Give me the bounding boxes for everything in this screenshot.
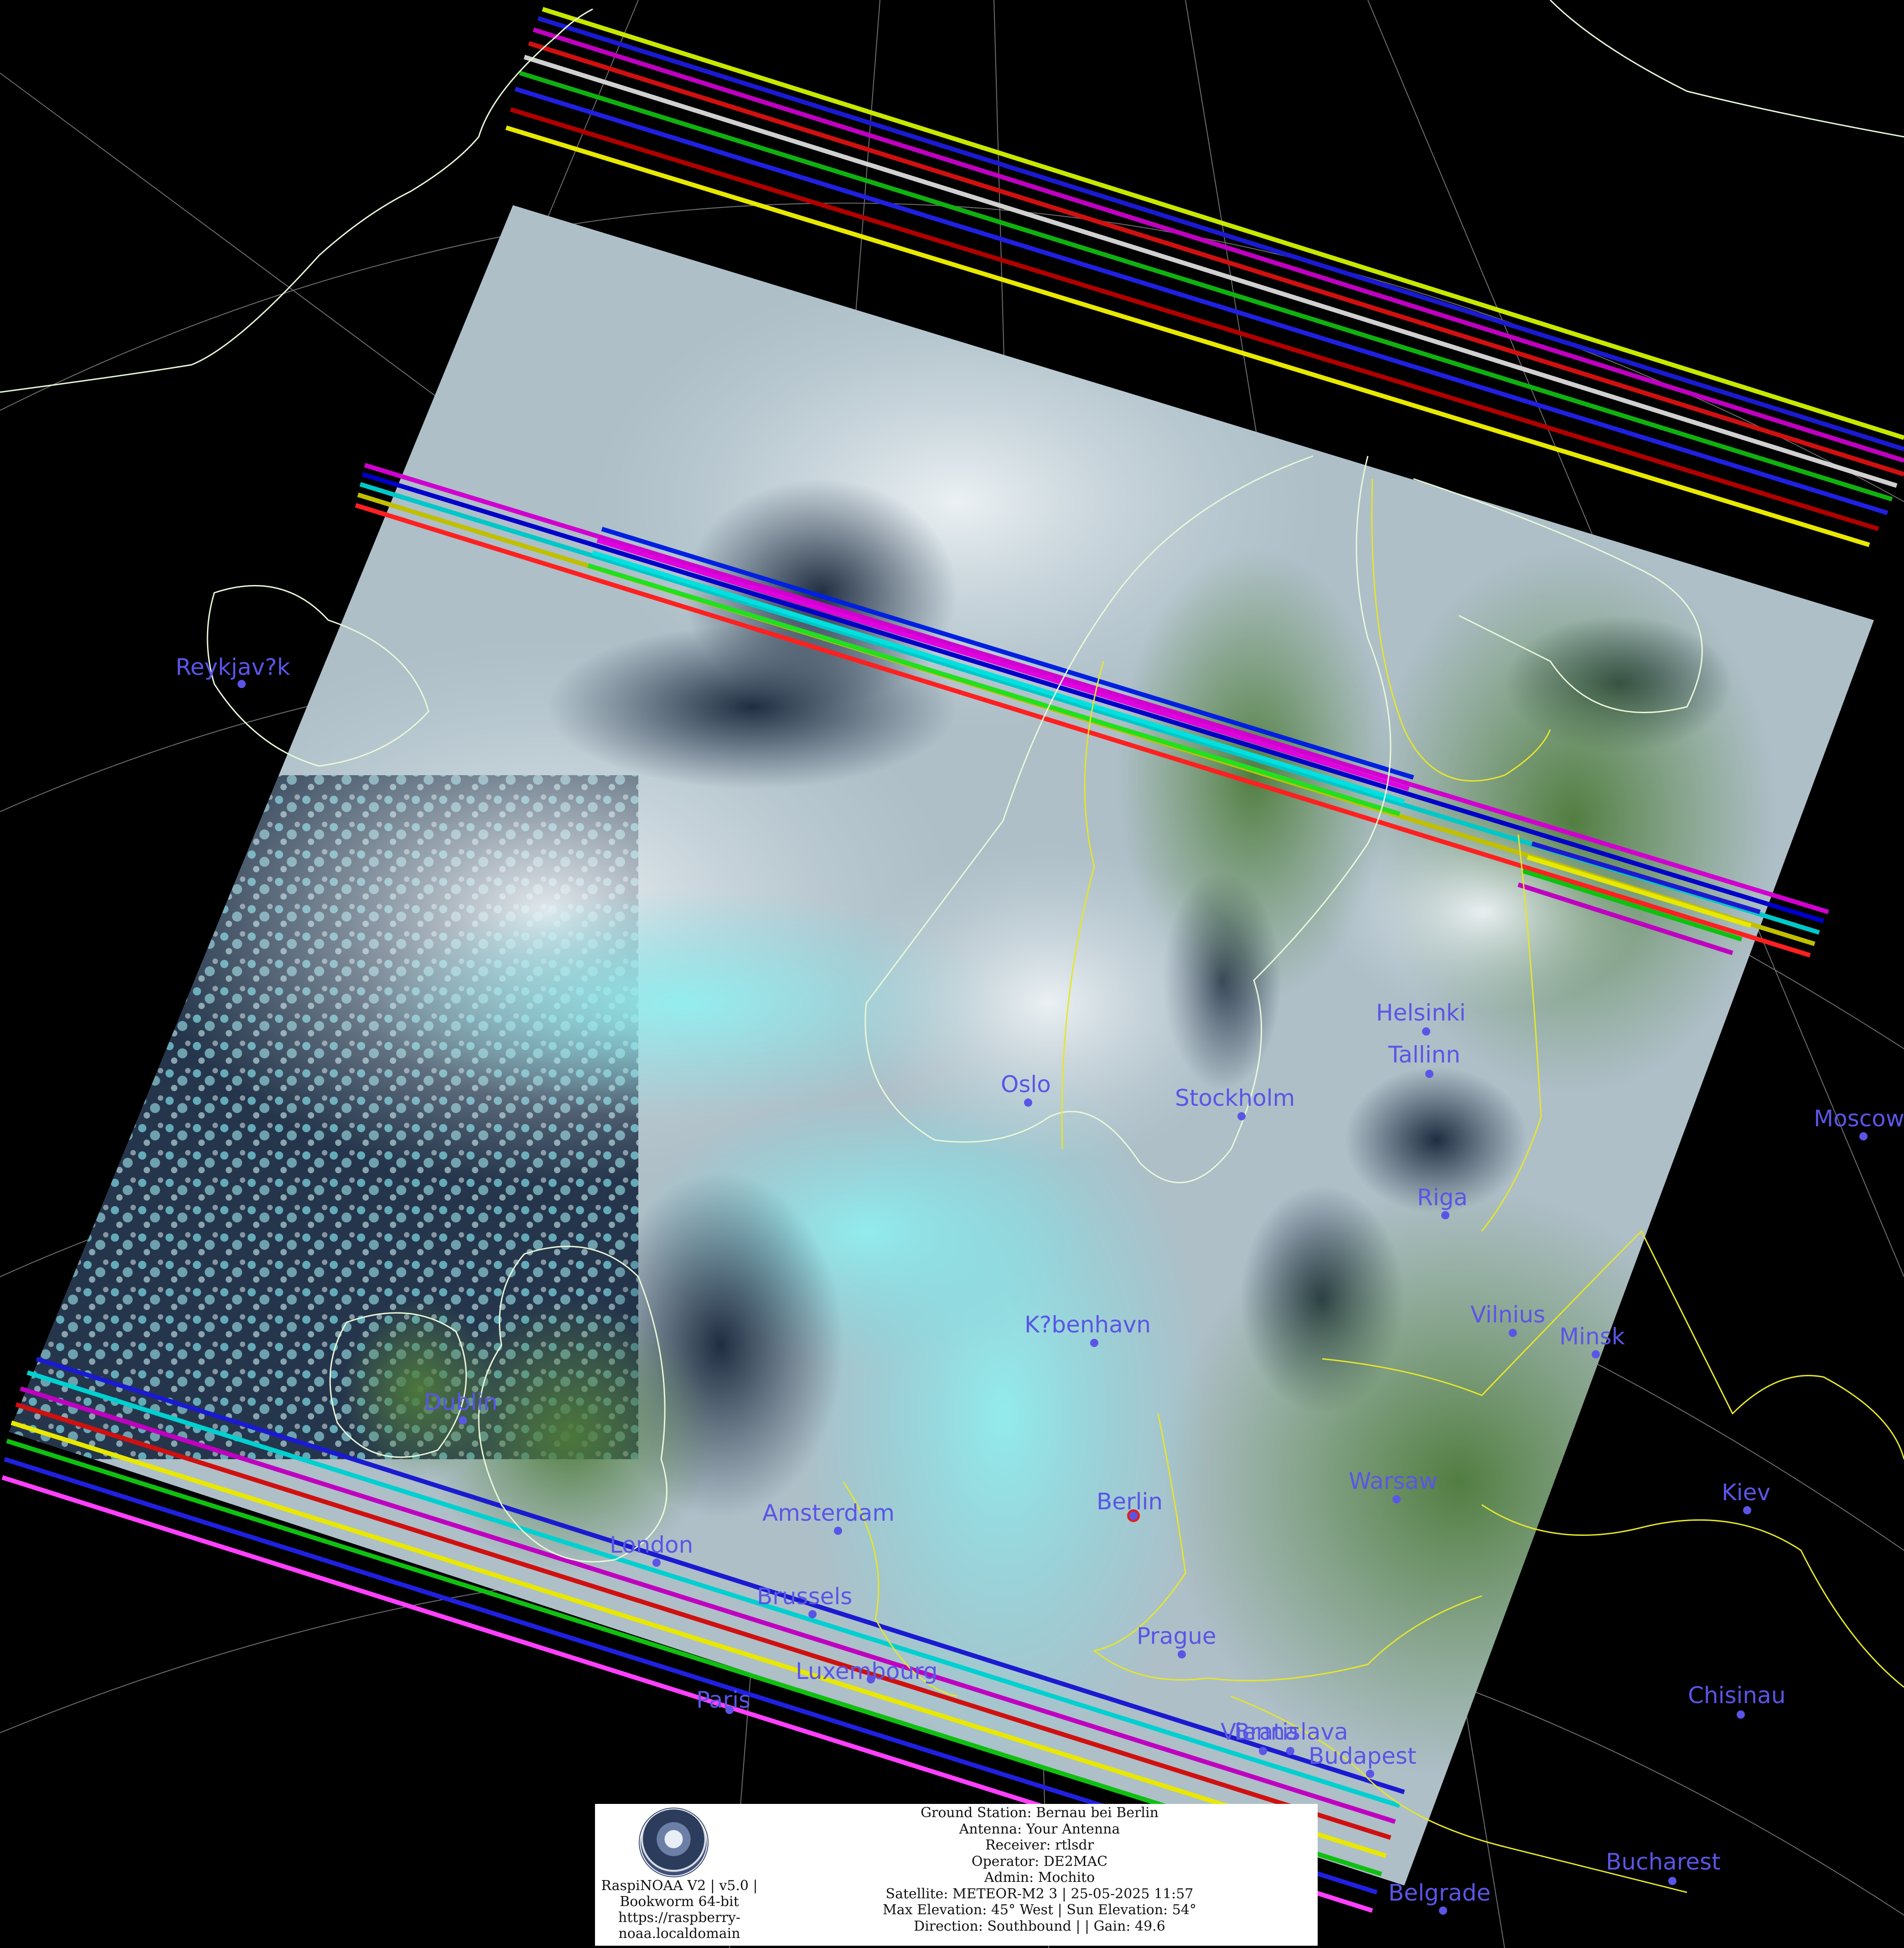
city-label: Budapest — [1309, 1743, 1417, 1769]
city-bucharest: Bucharest — [1606, 1849, 1721, 1885]
station-line-operator: Operator: DE2MAC — [971, 1853, 1108, 1870]
city-label: Oslo — [1001, 1071, 1051, 1098]
city-paris: Paris — [696, 1687, 750, 1714]
city-marker — [1439, 1907, 1447, 1915]
city-moscow: Moscow — [1814, 1105, 1904, 1140]
city-label: Tallinn — [1388, 1041, 1460, 1068]
city-label: Warsaw — [1349, 1468, 1438, 1494]
brand-line: Bookworm 64-bit — [620, 1894, 739, 1910]
station-details: Ground Station: Bernau bei Berlin Antenn… — [764, 1805, 1315, 1934]
city-marker — [1392, 1495, 1401, 1503]
station-line-ground-station: Ground Station: Bernau bei Berlin — [921, 1805, 1159, 1821]
station-line-admin: Admin: Mochito — [984, 1870, 1095, 1886]
city-label: Kiev — [1722, 1479, 1770, 1506]
city-label: Helsinki — [1376, 1000, 1466, 1026]
city-label: Luxembourg — [796, 1658, 938, 1684]
city-label: London — [610, 1532, 693, 1558]
city-label: Reykjav?k — [176, 654, 290, 680]
city-marker — [1509, 1329, 1517, 1337]
city-belgrade: Belgrade — [1388, 1880, 1490, 1915]
city-label: Berlin — [1097, 1488, 1163, 1515]
city-label: Paris — [696, 1687, 750, 1713]
station-line-elevation: Max Elevation: 45° West | Sun Elevation:… — [883, 1902, 1196, 1918]
city-label: Brussels — [757, 1583, 852, 1610]
city-marker — [1737, 1710, 1745, 1719]
city-label: Stockholm — [1175, 1085, 1295, 1111]
brand-line: RaspiNOAA V2 | v5.0 | — [601, 1878, 758, 1894]
city-kiev: Kiev — [1722, 1479, 1770, 1514]
city-marker — [808, 1610, 817, 1618]
city-marker — [1237, 1112, 1246, 1120]
city-marker — [834, 1527, 842, 1535]
city-marker — [238, 680, 246, 688]
city-label: Riga — [1417, 1184, 1468, 1211]
brand-line: noaa.localdomain — [618, 1926, 740, 1942]
city-marker — [1743, 1506, 1751, 1514]
city-marker — [1422, 1027, 1430, 1036]
city-marker — [459, 1416, 467, 1425]
satellite-map: Reykjav?k Oslo Stockholm Helsinki Tallinn Mos… — [0, 0, 1904, 1948]
city-label: Minsk — [1559, 1323, 1625, 1350]
brand-line: https://raspberry- — [618, 1910, 740, 1926]
city-marker — [1366, 1770, 1374, 1778]
brand-text: RaspiNOAA V2 | v5.0 | Bookworm 64-bit ht… — [595, 1878, 764, 1942]
station-line-receiver: Receiver: rtlsdr — [985, 1837, 1094, 1853]
city-label: Dublin — [424, 1389, 497, 1415]
city-marker — [1178, 1650, 1186, 1658]
station-line-antenna: Antenna: Your Antenna — [959, 1821, 1120, 1837]
city-label: K?benhavn — [1024, 1311, 1151, 1338]
city-marker — [1286, 1747, 1294, 1755]
city-label: Amsterdam — [762, 1500, 895, 1526]
city-marker — [1859, 1132, 1868, 1140]
info-panel: RaspiNOAA V2 | v5.0 | Bookworm 64-bit ht… — [595, 1804, 1318, 1946]
city-label: Chisinau — [1688, 1682, 1785, 1709]
city-marker — [1259, 1747, 1267, 1755]
city-label: Bucharest — [1606, 1849, 1721, 1875]
logo-ring — [639, 1808, 709, 1877]
city-marker — [652, 1559, 661, 1567]
city-marker — [1024, 1098, 1032, 1107]
city-marker — [1425, 1070, 1433, 1078]
city-label: Prague — [1137, 1623, 1216, 1649]
city-label: Bratislava — [1234, 1719, 1348, 1745]
city-label: Moscow — [1814, 1105, 1904, 1132]
city-luxembourg: Luxembourg — [796, 1658, 938, 1684]
city-reykjav-k: Reykjav?k — [176, 654, 290, 688]
station-line-satellite: Satellite: METEOR-M2 3 | 25-05-2025 11:5… — [885, 1886, 1194, 1902]
city-label: Vilnius — [1470, 1301, 1545, 1328]
city-marker — [1592, 1350, 1600, 1358]
city-marker — [1668, 1877, 1676, 1885]
station-line-direction: Direction: Southbound | | Gain: 49.6 — [914, 1918, 1165, 1934]
city-marker — [1441, 1211, 1449, 1219]
satellite-swath — [9, 205, 1874, 1886]
city-chisinau: Chisinau — [1688, 1682, 1785, 1719]
city-label: Belgrade — [1388, 1880, 1490, 1906]
city-marker — [1090, 1339, 1098, 1347]
